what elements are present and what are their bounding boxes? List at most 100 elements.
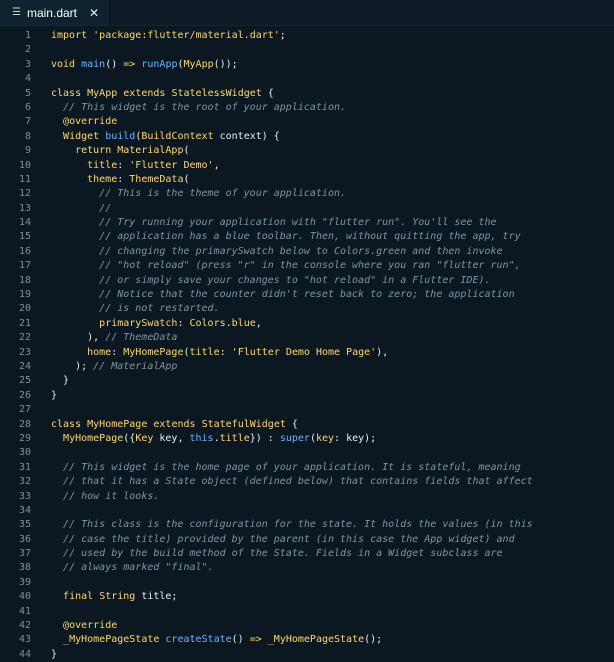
- code-line[interactable]: 23 home: MyHomePage(title: 'Flutter Demo…: [0, 346, 614, 360]
- code-line[interactable]: 30: [0, 446, 614, 460]
- code-text: // "hot reload" (press "r" in the consol…: [51, 259, 521, 273]
- line-number: 38: [18, 562, 31, 574]
- code-line[interactable]: 19 // Notice that the counter didn't res…: [0, 288, 614, 302]
- line-number: 20: [18, 303, 31, 315]
- code-token: ),: [51, 332, 106, 344]
- code-token: // case the title) provided by the paren…: [63, 533, 515, 545]
- code-line[interactable]: 16 // changing the primarySwatch below t…: [0, 245, 614, 259]
- code-token: ;: [279, 30, 286, 41]
- code-line[interactable]: 36 // case the title) provided by the pa…: [0, 533, 614, 547]
- code-line[interactable]: 17 // "hot reload" (press "r" in the con…: [0, 259, 614, 273]
- code-text: // used by the build method of the State…: [51, 547, 503, 561]
- code-line[interactable]: 43 _MyHomePageState createState() => _My…: [0, 633, 614, 647]
- code-line[interactable]: 3 void main() => runApp(MyApp());: [0, 58, 614, 72]
- line-number: 31: [18, 461, 31, 473]
- code-line[interactable]: 32 // that it has a State object (define…: [0, 475, 614, 489]
- code-line[interactable]: 29 MyHomePage({Key key, this.title}) : s…: [0, 432, 614, 446]
- code-text: class MyApp extends StatelessWidget {: [51, 87, 274, 101]
- code-text: ), // ThemeData: [51, 331, 177, 345]
- code-line[interactable]: 39: [0, 576, 614, 590]
- code-line[interactable]: 4: [0, 72, 614, 86]
- line-number: 43: [18, 634, 31, 646]
- code-line[interactable]: 42 @override: [0, 619, 614, 633]
- code-line[interactable]: 7 @override: [0, 115, 614, 129]
- code-token: // This is the theme of your application…: [99, 188, 347, 200]
- code-token: }: [51, 389, 58, 401]
- line-number: 36: [18, 533, 31, 545]
- code-editor[interactable]: 1 import 'package:flutter/material.dart';…: [0, 26, 614, 662]
- code-text: // or simply save your changes to "hot r…: [51, 274, 491, 288]
- code-line[interactable]: 24 ); // MaterialApp: [0, 360, 614, 374]
- code-line[interactable]: 13 //: [0, 202, 614, 216]
- code-token: // always marked "final".: [63, 562, 214, 574]
- code-token: (: [183, 145, 190, 157]
- code-line[interactable]: 8 Widget build(BuildContext context) {: [0, 130, 614, 144]
- code-token: _MyHomePageState: [267, 634, 365, 646]
- code-line[interactable]: 5 class MyApp extends StatelessWidget {: [0, 87, 614, 101]
- code-line[interactable]: 33 // how it looks.: [0, 490, 614, 504]
- line-number: 14: [18, 217, 31, 229]
- code-token: ,: [255, 317, 262, 329]
- line-number: 37: [18, 548, 31, 560]
- code-line[interactable]: 21 primarySwatch: Colors.blue,: [0, 317, 614, 331]
- code-text: // that it has a State object (defined b…: [51, 475, 533, 489]
- code-token: // This class is the configuration for t…: [63, 519, 533, 531]
- code-token: import: [51, 30, 88, 41]
- line-number: 40: [18, 591, 31, 603]
- code-token: // MaterialApp: [93, 360, 178, 372]
- code-line[interactable]: 1 import 'package:flutter/material.dart';: [0, 29, 614, 43]
- code-line[interactable]: 35 // This class is the configuration fo…: [0, 518, 614, 532]
- code-line[interactable]: 28 class MyHomePage extends StatefulWidge…: [0, 418, 614, 432]
- code-token: main: [81, 58, 106, 70]
- code-text: // changing the primarySwatch below to C…: [51, 245, 502, 259]
- code-text: home: MyHomePage(title: 'Flutter Demo Ho…: [51, 346, 388, 360]
- code-line[interactable]: 34: [0, 504, 614, 518]
- code-line[interactable]: 11 theme: ThemeData(: [0, 173, 614, 187]
- code-line[interactable]: 2: [0, 43, 614, 57]
- line-number: 10: [18, 159, 31, 171]
- close-icon[interactable]: ✕: [89, 6, 99, 20]
- code-line[interactable]: 20 // is not restarted.: [0, 302, 614, 316]
- code-line[interactable]: 25 }: [0, 374, 614, 388]
- line-number: 32: [18, 476, 31, 488]
- code-line[interactable]: 9 return MaterialApp(: [0, 144, 614, 158]
- code-line[interactable]: 38 // always marked "final".: [0, 561, 614, 575]
- code-token: title: [87, 159, 118, 171]
- code-line[interactable]: 26}: [0, 389, 614, 403]
- code-line[interactable]: 18 // or simply save your changes to "ho…: [0, 274, 614, 288]
- code-line[interactable]: 41: [0, 605, 614, 619]
- code-token: // or simply save your changes to "hot r…: [99, 274, 491, 286]
- code-line[interactable]: 6 // This widget is the root of your app…: [0, 101, 614, 115]
- code-line[interactable]: 44}: [0, 648, 614, 662]
- code-token: {: [261, 87, 274, 99]
- code-line[interactable]: 14 // Try running your application with …: [0, 216, 614, 230]
- line-number: 16: [18, 245, 31, 257]
- code-line[interactable]: 10 title: 'Flutter Demo',: [0, 159, 614, 173]
- code-line[interactable]: 22 ), // ThemeData: [0, 331, 614, 345]
- code-token: // is not restarted.: [99, 303, 220, 315]
- code-line[interactable]: 12 // This is the theme of your applicat…: [0, 187, 614, 201]
- code-line[interactable]: 37 // used by the build method of the St…: [0, 547, 614, 561]
- code-token: // Notice that the counter didn't reset …: [99, 289, 515, 301]
- code-line[interactable]: 15 // application has a blue toolbar. Th…: [0, 230, 614, 244]
- code-text: // This widget is the root of your appli…: [51, 101, 346, 115]
- line-number: 6: [24, 101, 31, 113]
- code-text: MyHomePage({Key key, this.title}) : supe…: [51, 432, 376, 446]
- code-line[interactable]: 40 final String title;: [0, 590, 614, 604]
- code-line[interactable]: 27: [0, 403, 614, 417]
- code-token: 'Flutter Demo Home Page': [231, 346, 377, 358]
- code-token: // "hot reload" (press "r" in the consol…: [99, 260, 521, 272]
- code-token: theme: [87, 173, 118, 185]
- code-line[interactable]: 31 // This widget is the home page of yo…: [0, 461, 614, 475]
- tab-main-dart[interactable]: ☰ main.dart ✕: [0, 0, 111, 25]
